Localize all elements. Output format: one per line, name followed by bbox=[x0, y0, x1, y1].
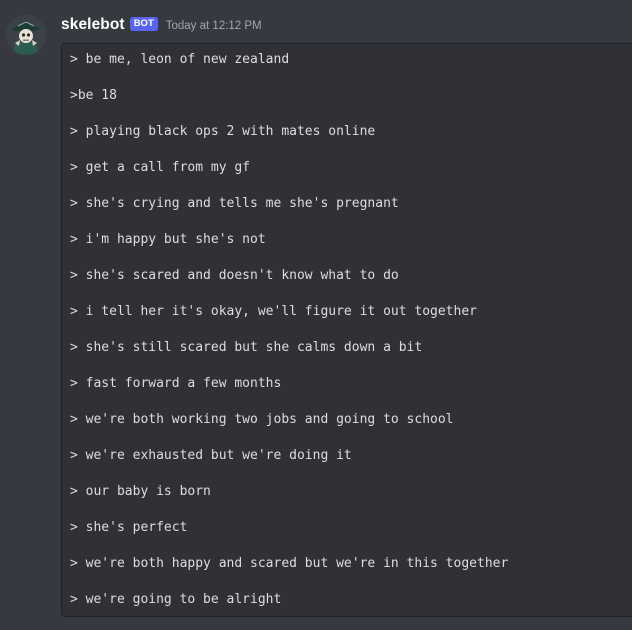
code-line: > she's scared and doesn't know what to … bbox=[70, 268, 399, 283]
code-line: > we're both working two jobs and going … bbox=[70, 412, 454, 427]
code-line: > she's crying and tells me she's pregna… bbox=[70, 196, 399, 211]
code-line: > she's still scared but she calms down … bbox=[70, 340, 423, 355]
code-line: > i tell her it's okay, we'll figure it … bbox=[70, 304, 477, 319]
bot-badge: BOT bbox=[129, 17, 158, 31]
chat-message: skelebot BOT Today at 12:12 PM > be me, … bbox=[0, 0, 632, 630]
code-line: > we're going to be alright bbox=[70, 592, 282, 607]
code-block: > be me, leon of new zealand >be 18 > pl… bbox=[61, 43, 632, 617]
code-line: > we're both happy and scared but we're … bbox=[70, 556, 509, 571]
code-line: > our baby is born bbox=[70, 484, 211, 499]
code-line: > be me, leon of new zealand bbox=[70, 52, 290, 67]
avatar[interactable] bbox=[6, 15, 46, 55]
message-header: skelebot BOT Today at 12:12 PM bbox=[61, 14, 262, 36]
code-line: > i'm happy but she's not bbox=[70, 232, 266, 247]
message-timestamp: Today at 12:12 PM bbox=[165, 20, 262, 32]
skeleton-pirate-avatar-icon bbox=[6, 15, 46, 55]
code-line: > get a call from my gf bbox=[70, 160, 251, 175]
username[interactable]: skelebot bbox=[61, 16, 125, 34]
code-line: > fast forward a few months bbox=[70, 376, 282, 391]
code-line: > she's perfect bbox=[70, 520, 188, 535]
code-line: > playing black ops 2 with mates online bbox=[70, 124, 376, 139]
code-line: > we're exhausted but we're doing it bbox=[70, 448, 352, 463]
code-line: >be 18 bbox=[70, 88, 117, 103]
